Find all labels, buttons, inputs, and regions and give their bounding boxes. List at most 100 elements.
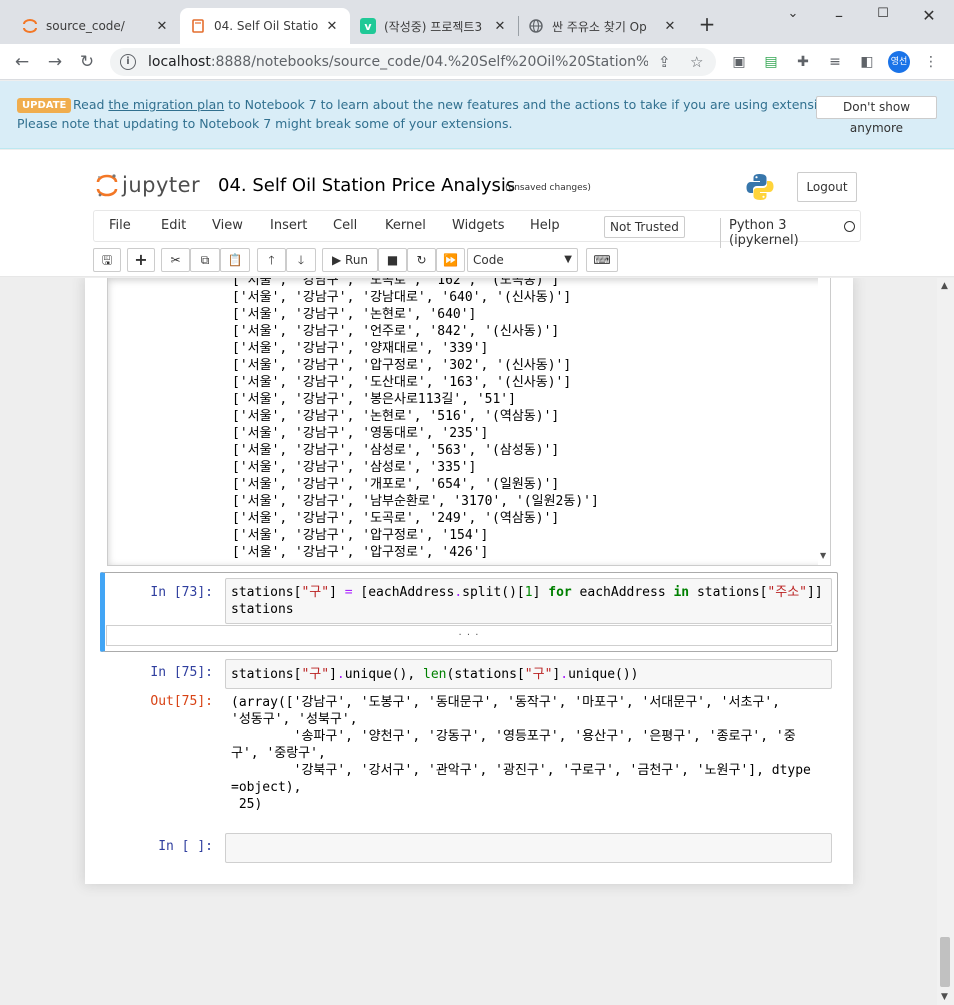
notebook-area: ['서울', '강남구', '도곡로', '162', '(도곡동)'] ['서… xyxy=(0,278,954,1005)
scroll-down-icon[interactable]: ▼ xyxy=(820,551,826,560)
menu-insert[interactable]: Insert xyxy=(270,218,307,233)
command-palette-button[interactable]: ⌨ xyxy=(586,248,618,272)
cut-button[interactable]: ✂ xyxy=(161,248,190,272)
restart-run-all-button[interactable]: ⏩ xyxy=(436,248,465,272)
close-icon[interactable]: ✕ xyxy=(154,19,170,34)
output-line: ['서울', '강남구', '남부순환로', '3170', '(일원2동)'] xyxy=(232,494,599,509)
tab-oil-search[interactable]: 싼 주유소 찾기 Op ✕ xyxy=(518,8,688,44)
python-logo-icon xyxy=(745,172,775,202)
reload-icon[interactable]: ↻ xyxy=(75,50,99,74)
output-line: ['서울', '강남구', '삼성로', '335'] xyxy=(232,460,477,475)
menu-view[interactable]: View xyxy=(212,218,243,233)
puzzle-icon[interactable]: ✚ xyxy=(794,53,812,71)
minimize-icon[interactable]: – xyxy=(824,6,854,25)
input-prompt: In [75]: xyxy=(150,665,213,680)
scrolled-output[interactable]: ['서울', '강남구', '도곡로', '162', '(도곡동)'] ['서… xyxy=(107,278,831,566)
output-line: ['서울', '강남구', '강남대로', '640', '(신사동)'] xyxy=(232,290,572,305)
jupyter-header: jupyter 04. Self Oil Station Price Analy… xyxy=(0,150,954,277)
scroll-down-icon[interactable]: ▼ xyxy=(941,992,948,1002)
logout-button[interactable]: Logout xyxy=(797,172,857,202)
info-icon[interactable]: i xyxy=(120,54,136,70)
maximize-icon[interactable]: ☐ xyxy=(868,6,898,21)
not-trusted-button[interactable]: Not Trusted xyxy=(604,216,685,238)
cell-type-select[interactable]: Code ▼ xyxy=(467,248,578,272)
menu-help[interactable]: Help xyxy=(530,218,560,233)
code-text: stations["구"].unique(), len(stations["구"… xyxy=(231,667,639,682)
tab-title: source_code/ xyxy=(46,19,125,33)
dont-show-anymore-button[interactable]: Don't show anymore xyxy=(816,96,937,135)
scissors-icon: ✂ xyxy=(170,253,181,267)
collapsed-output[interactable]: . . . xyxy=(106,625,832,646)
run-button[interactable]: ▶ Run xyxy=(322,248,378,272)
media-queue-icon[interactable]: ≡ xyxy=(826,53,844,71)
output-text: (array(['강남구', '도봉구', '동대문구', '동작구', '마포… xyxy=(231,695,811,812)
url-text: localhost:8888/notebooks/source_code/04.… xyxy=(148,54,648,70)
address-bar[interactable]: i localhost:8888/notebooks/source_code/0… xyxy=(110,48,716,76)
insert-cell-button[interactable]: + xyxy=(127,248,155,272)
code-input[interactable]: stations["구"].unique(), len(stations["구"… xyxy=(225,659,832,689)
output-line: ['서울', '강남구', '삼성로', '563', '(삼성동)'] xyxy=(232,443,560,458)
new-tab-icon[interactable]: + xyxy=(692,12,722,36)
close-icon[interactable]: ✕ xyxy=(324,19,340,34)
empty-code-input[interactable] xyxy=(225,833,832,863)
menu-file[interactable]: File xyxy=(109,218,131,233)
star-icon[interactable]: ☆ xyxy=(690,53,703,71)
tab-title: 싼 주유소 찾기 Op xyxy=(552,19,647,34)
menu-bar: File Edit View Insert Cell Kernel Widget… xyxy=(93,210,861,248)
page-scrollbar[interactable]: ▲ ▼ xyxy=(937,278,954,1005)
extension-avatar-icon[interactable]: ▣ xyxy=(730,53,748,71)
tab-title: 04. Self Oil Station xyxy=(214,19,318,33)
browser-toolbar: ← → ↻ i localhost:8888/notebooks/source_… xyxy=(0,44,954,80)
profile-avatar[interactable]: 영선 xyxy=(888,51,910,73)
jupyter-logo-icon xyxy=(96,172,118,198)
tab-notebook[interactable]: 04. Self Oil Station ✕ xyxy=(180,8,350,44)
side-panel-icon[interactable]: ◧ xyxy=(858,53,876,71)
notebook-title[interactable]: 04. Self Oil Station Price Analysis xyxy=(218,175,515,196)
scroll-up-icon[interactable]: ▲ xyxy=(941,281,948,291)
code-input[interactable]: stations["구"] = [eachAddress.split()[1] … xyxy=(225,578,832,624)
save-button[interactable]: 🖫 xyxy=(93,248,121,272)
jupyter-logo[interactable]: jupyter xyxy=(96,172,200,198)
chevron-down-icon[interactable]: ⌄ xyxy=(778,6,808,21)
back-icon[interactable]: ← xyxy=(10,50,34,74)
output-scrollbar[interactable]: ▼ xyxy=(818,278,830,565)
interrupt-button[interactable]: ■ xyxy=(378,248,407,272)
window-close-icon[interactable]: ✕ xyxy=(914,6,944,25)
jupyter-icon xyxy=(22,18,38,34)
stop-icon: ■ xyxy=(386,253,399,267)
close-icon[interactable]: ✕ xyxy=(662,19,678,34)
restart-icon: ↻ xyxy=(416,253,427,267)
forward-icon[interactable]: → xyxy=(43,50,67,74)
tab-source-code[interactable]: source_code/ ✕ xyxy=(12,8,180,44)
move-down-button[interactable]: 🡓 xyxy=(286,248,316,272)
output-line: ['서울', '강남구', '도곡로', '162', '(도곡동)'] xyxy=(232,278,560,288)
more-icon[interactable]: ⋮ xyxy=(922,53,940,71)
scrollbar-thumb[interactable] xyxy=(940,937,950,987)
chevron-down-icon: ▼ xyxy=(564,254,572,265)
close-icon[interactable]: ✕ xyxy=(492,19,508,34)
restart-button[interactable]: ↻ xyxy=(407,248,436,272)
play-icon: ▶ xyxy=(331,253,342,267)
kernel-idle-indicator xyxy=(844,221,855,232)
migration-plan-link[interactable]: the migration plan xyxy=(108,97,224,112)
move-up-button[interactable]: 🡑 xyxy=(257,248,286,272)
extension-green-icon[interactable]: ▤ xyxy=(762,53,780,71)
copy-button[interactable]: ⧉ xyxy=(190,248,220,272)
copy-icon: ⧉ xyxy=(200,253,210,267)
output-line: ['서울', '강남구', '언주로', '842', '(신사동)'] xyxy=(232,324,560,339)
output-line: ['서울', '강남구', '영동대로', '235'] xyxy=(232,426,489,441)
output-line: ['서울', '강남구', '양재대로', '339'] xyxy=(232,341,489,356)
banner-warning: Please note that updating to Notebook 7 … xyxy=(17,116,513,131)
paste-icon: 📋 xyxy=(227,253,243,267)
autosave-status: (unsaved changes) xyxy=(505,183,591,193)
arrow-up-icon: 🡑 xyxy=(268,253,275,267)
menu-cell[interactable]: Cell xyxy=(333,218,357,233)
tab-velog[interactable]: v (작성중) 프로젝트3 ✕ xyxy=(350,8,518,44)
menu-widgets[interactable]: Widgets xyxy=(452,218,505,233)
output-line: ['서울', '강남구', '논현로', '640'] xyxy=(232,307,477,322)
share-icon[interactable]: ⇪ xyxy=(658,53,671,71)
menu-edit[interactable]: Edit xyxy=(161,218,186,233)
menu-kernel[interactable]: Kernel xyxy=(385,218,426,233)
paste-button[interactable]: 📋 xyxy=(220,248,250,272)
output-line: ['서울', '강남구', '봉은사로113길', '51'] xyxy=(232,392,516,407)
